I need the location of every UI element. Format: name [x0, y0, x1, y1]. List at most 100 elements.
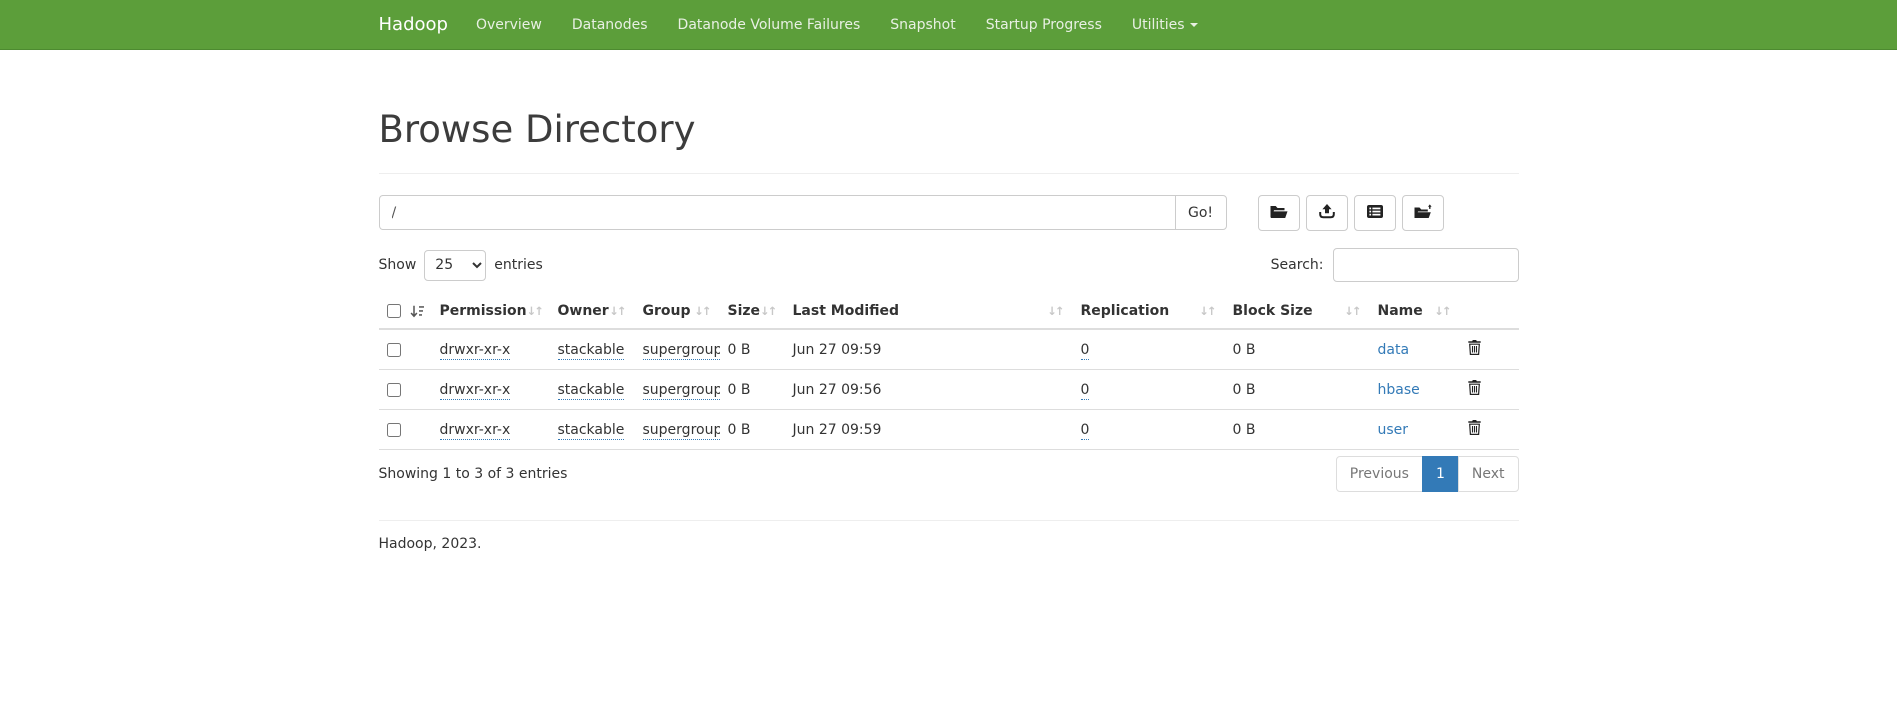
move-directory-button[interactable]	[1402, 195, 1444, 231]
delete-button[interactable]	[1468, 340, 1481, 355]
column-header-name[interactable]: Name ↓↑	[1370, 294, 1460, 329]
nav-item-startup-progress[interactable]: Startup Progress	[971, 0, 1117, 50]
directory-listing-table: Permission↓↑ Owner↓↑ Group↓↑ Size↓↑ Last…	[379, 294, 1519, 450]
top-navbar: Hadoop Overview Datanodes Datanode Volum…	[0, 0, 1897, 50]
size-value: 0 B	[720, 410, 785, 450]
caret-down-icon	[1190, 23, 1198, 27]
pagination-previous[interactable]: Previous	[1336, 456, 1423, 492]
nav-item-datanodes[interactable]: Datanodes	[557, 0, 663, 50]
column-label: Group	[643, 303, 691, 319]
last-modified-value: Jun 27 09:56	[785, 370, 1073, 410]
trash-icon	[1468, 383, 1481, 398]
trash-icon	[1468, 343, 1481, 358]
pagination-next[interactable]: Next	[1458, 456, 1519, 492]
block-size-value: 0 B	[1225, 329, 1370, 370]
navbar-links: Overview Datanodes Datanode Volume Failu…	[461, 0, 1213, 50]
table-info: Showing 1 to 3 of 3 entries	[379, 466, 568, 482]
folder-open-icon	[1270, 205, 1288, 222]
page-length-control: Show 25 entries	[379, 250, 543, 281]
permission-value[interactable]: drwxr-xr-x	[440, 382, 511, 400]
nav-item-datanode-volume-failures[interactable]: Datanode Volume Failures	[663, 0, 876, 50]
navbar-brand[interactable]: Hadoop	[379, 14, 448, 35]
path-input-group: Go!	[379, 195, 1227, 230]
column-label: Last Modified	[793, 303, 900, 319]
show-label: Show	[379, 257, 417, 273]
size-value: 0 B	[720, 370, 785, 410]
row-checkbox[interactable]	[387, 343, 401, 357]
nav-item-utilities[interactable]: Utilities	[1117, 0, 1213, 50]
column-header-last-modified[interactable]: Last Modified ↓↑	[785, 294, 1073, 329]
block-size-value: 0 B	[1225, 410, 1370, 450]
permission-value[interactable]: drwxr-xr-x	[440, 342, 511, 360]
table-row: drwxr-xr-x stackable supergroup 0 B Jun …	[379, 410, 1519, 450]
block-size-value: 0 B	[1225, 370, 1370, 410]
column-header-actions	[1460, 294, 1519, 329]
sort-icon: ↓↑	[609, 304, 626, 318]
column-label: Size	[728, 303, 761, 319]
cut-paste-button[interactable]	[1354, 195, 1396, 231]
owner-value[interactable]: stackable	[558, 342, 625, 360]
permission-value[interactable]: drwxr-xr-x	[440, 422, 511, 440]
last-modified-value: Jun 27 09:59	[785, 410, 1073, 450]
search-label: Search:	[1271, 257, 1324, 273]
owner-value[interactable]: stackable	[558, 422, 625, 440]
trash-icon	[1468, 423, 1481, 438]
search-input[interactable]	[1333, 248, 1519, 282]
column-label: Block Size	[1233, 303, 1313, 319]
replication-value[interactable]: 0	[1081, 382, 1090, 400]
header-divider	[379, 173, 1519, 174]
table-row: drwxr-xr-x stackable supergroup 0 B Jun …	[379, 329, 1519, 370]
sort-icon: ↓↑	[1344, 304, 1361, 318]
group-value[interactable]: supergroup	[643, 422, 720, 440]
column-header-select[interactable]	[379, 294, 432, 329]
nav-item-overview[interactable]: Overview	[461, 0, 557, 50]
size-value: 0 B	[720, 329, 785, 370]
sort-icon: ↓↑	[1047, 304, 1064, 318]
delete-button[interactable]	[1468, 380, 1481, 395]
table-search-control: Search:	[1271, 248, 1519, 282]
file-link[interactable]: hbase	[1378, 382, 1420, 398]
column-header-size[interactable]: Size↓↑	[720, 294, 785, 329]
column-header-replication[interactable]: Replication↓↑	[1073, 294, 1225, 329]
create-directory-button[interactable]	[1258, 195, 1300, 231]
go-button[interactable]: Go!	[1175, 195, 1227, 230]
page-length-select[interactable]: 25	[424, 250, 486, 281]
select-all-checkbox[interactable]	[387, 304, 401, 318]
nav-item-utilities-label: Utilities	[1132, 17, 1185, 33]
replication-value[interactable]: 0	[1081, 342, 1090, 360]
sort-icon: ↓↑	[694, 304, 711, 318]
replication-value[interactable]: 0	[1081, 422, 1090, 440]
column-header-group[interactable]: Group↓↑	[635, 294, 720, 329]
column-label: Name	[1378, 303, 1423, 319]
owner-value[interactable]: stackable	[558, 382, 625, 400]
directory-actions	[1258, 195, 1444, 231]
pagination: Previous 1 Next	[1336, 456, 1519, 492]
list-alt-icon	[1367, 205, 1383, 221]
directory-path-input[interactable]	[379, 195, 1176, 230]
group-value[interactable]: supergroup	[643, 342, 720, 360]
column-label: Owner	[558, 303, 609, 319]
column-header-owner[interactable]: Owner↓↑	[550, 294, 635, 329]
pagination-page-1[interactable]: 1	[1422, 456, 1459, 492]
column-header-permission[interactable]: Permission↓↑	[432, 294, 550, 329]
file-link[interactable]: user	[1378, 422, 1409, 438]
group-value[interactable]: supergroup	[643, 382, 720, 400]
sort-icon: ↓↑	[1199, 304, 1216, 318]
column-label: Permission	[440, 303, 527, 319]
column-header-block-size[interactable]: Block Size ↓↑	[1225, 294, 1370, 329]
last-modified-value: Jun 27 09:59	[785, 329, 1073, 370]
nav-item-snapshot[interactable]: Snapshot	[875, 0, 970, 50]
page-title: Browse Directory	[379, 108, 1519, 151]
upload-icon	[1319, 204, 1335, 222]
file-link[interactable]: data	[1378, 342, 1410, 358]
row-checkbox[interactable]	[387, 423, 401, 437]
sort-icon: ↓↑	[1434, 304, 1451, 318]
sort-icon: ↓↑	[527, 304, 544, 318]
footer-text: Hadoop, 2023.	[379, 521, 1519, 592]
folder-move-icon	[1414, 204, 1432, 222]
table-header-row: Permission↓↑ Owner↓↑ Group↓↑ Size↓↑ Last…	[379, 294, 1519, 329]
sort-icon: ↓↑	[760, 304, 777, 318]
upload-files-button[interactable]	[1306, 195, 1348, 231]
row-checkbox[interactable]	[387, 383, 401, 397]
delete-button[interactable]	[1468, 420, 1481, 435]
